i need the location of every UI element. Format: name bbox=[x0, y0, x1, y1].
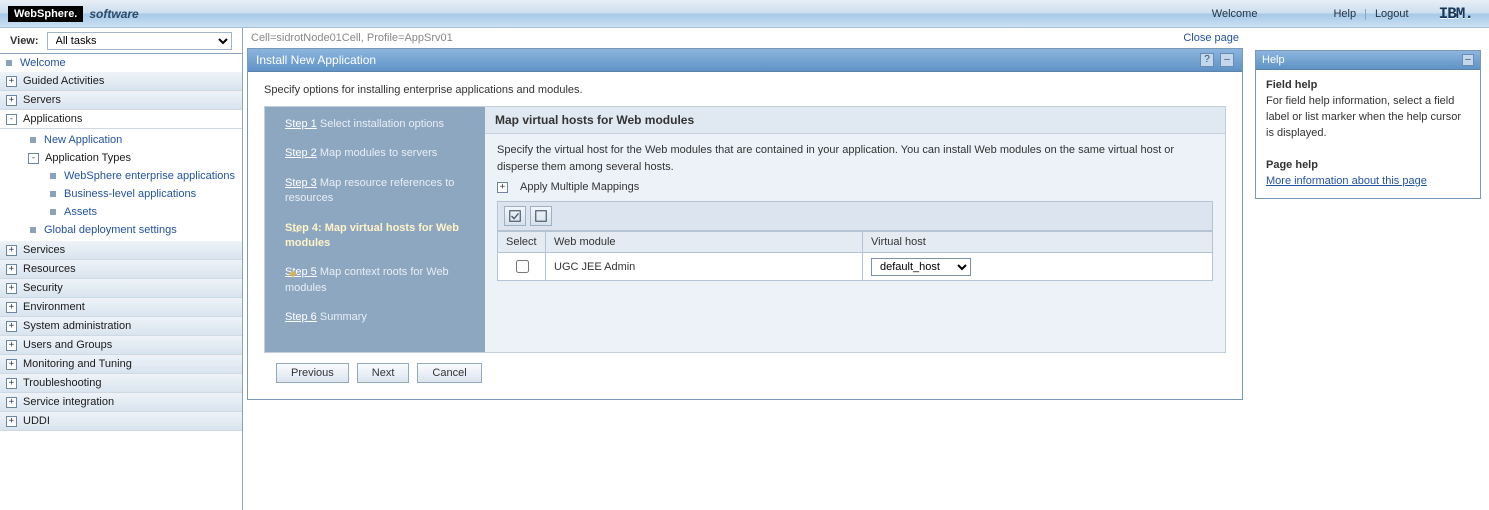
panel-help-icon[interactable]: ? bbox=[1200, 53, 1214, 67]
step-5[interactable]: ✦ Step 5 Map context roots for Web modul… bbox=[285, 265, 473, 296]
nav-applications[interactable]: - Applications bbox=[0, 110, 242, 129]
square-bullet-icon bbox=[30, 227, 36, 233]
nav-troubleshooting[interactable]: + Troubleshooting bbox=[0, 374, 242, 393]
nav-global-deployment[interactable]: Global deployment settings bbox=[24, 221, 242, 239]
panel-title: Install New Application bbox=[256, 53, 376, 67]
view-row: View: All tasks bbox=[0, 28, 242, 54]
collapse-icon[interactable]: - bbox=[6, 114, 17, 125]
select-all-button[interactable] bbox=[504, 206, 526, 226]
nav-monitoring-tuning[interactable]: + Monitoring and Tuning bbox=[0, 355, 242, 374]
view-label: View: bbox=[10, 35, 39, 47]
nav-column: View: All tasks Welcome + Guided Activit… bbox=[0, 28, 243, 510]
intro-text: Specify options for installing enterpris… bbox=[264, 84, 1226, 96]
expand-icon[interactable]: + bbox=[6, 378, 17, 389]
col-select: Select bbox=[498, 232, 546, 253]
expand-icon[interactable]: + bbox=[6, 416, 17, 427]
previous-button[interactable]: Previous bbox=[276, 363, 349, 383]
step-2[interactable]: Step 2 Map modules to servers bbox=[285, 146, 473, 161]
square-bullet-icon bbox=[50, 173, 56, 179]
apply-multiple-mappings[interactable]: + Apply Multiple Mappings bbox=[497, 181, 1213, 193]
expand-icon[interactable]: + bbox=[497, 182, 508, 193]
form-title: Map virtual hosts for Web modules bbox=[485, 107, 1225, 134]
nav-servers[interactable]: + Servers bbox=[0, 91, 242, 110]
col-virtual-host: Virtual host bbox=[863, 232, 1213, 253]
expand-icon[interactable]: + bbox=[6, 264, 17, 275]
wizard-steps: Step 1 Select installation options Step … bbox=[265, 107, 485, 352]
virtual-host-select[interactable]: default_host bbox=[871, 258, 971, 276]
nav-new-application[interactable]: New Application bbox=[24, 131, 242, 149]
collapse-icon[interactable]: - bbox=[28, 153, 39, 164]
step-3[interactable]: Step 3 Map resource references to resour… bbox=[285, 176, 473, 207]
step-4-current: → Step 4: Map virtual hosts for Web modu… bbox=[285, 221, 473, 252]
modules-table: Select Web module Virtual host bbox=[497, 231, 1213, 281]
nav-environment[interactable]: + Environment bbox=[0, 298, 242, 317]
nav-users-groups[interactable]: + Users and Groups bbox=[0, 336, 242, 355]
install-panel: Install New Application ? – Specify opti… bbox=[247, 48, 1243, 400]
square-bullet-icon bbox=[6, 60, 12, 66]
panel-minimize-icon[interactable]: – bbox=[1220, 53, 1234, 67]
star-icon: ✦ bbox=[287, 265, 299, 285]
page-help-heading: Page help bbox=[1266, 159, 1318, 171]
wizard-form: Map virtual hosts for Web modules Specif… bbox=[485, 107, 1225, 352]
expand-icon[interactable]: + bbox=[6, 321, 17, 332]
square-bullet-icon bbox=[30, 137, 36, 143]
expand-icon[interactable]: + bbox=[6, 76, 17, 87]
help-panel: Help – Field help For field help informa… bbox=[1255, 50, 1481, 199]
nav-service-integration[interactable]: + Service integration bbox=[0, 393, 242, 412]
nav-services[interactable]: + Services bbox=[0, 241, 242, 260]
nav-welcome[interactable]: Welcome bbox=[0, 54, 242, 72]
nav-guided-activities[interactable]: + Guided Activities bbox=[0, 72, 242, 91]
deselect-all-button[interactable] bbox=[530, 206, 552, 226]
software-label: software bbox=[89, 7, 138, 21]
table-row: UGC JEE Admin default_host bbox=[498, 253, 1213, 281]
view-select[interactable]: All tasks bbox=[47, 32, 232, 50]
topbar-right: Welcome Help | Logout IBM. bbox=[1212, 5, 1479, 23]
welcome-user-label: Welcome bbox=[1212, 8, 1258, 20]
nav-ws-enterprise-apps[interactable]: WebSphere enterprise applications bbox=[44, 167, 242, 185]
expand-icon[interactable]: + bbox=[6, 283, 17, 294]
logout-link[interactable]: Logout bbox=[1375, 8, 1409, 20]
nav-assets[interactable]: Assets bbox=[44, 203, 242, 221]
ibm-logo: IBM. bbox=[1439, 5, 1479, 23]
nav-resources[interactable]: + Resources bbox=[0, 260, 242, 279]
help-link[interactable]: Help bbox=[1333, 8, 1356, 20]
row-module-name: UGC JEE Admin bbox=[546, 253, 863, 281]
nav-security[interactable]: + Security bbox=[0, 279, 242, 298]
col-web-module: Web module bbox=[546, 232, 863, 253]
table-toolbar bbox=[497, 201, 1213, 231]
square-bullet-icon bbox=[50, 191, 56, 197]
expand-icon[interactable]: + bbox=[6, 340, 17, 351]
page-help-link[interactable]: More information about this page bbox=[1266, 175, 1427, 187]
nav-list: Welcome + Guided Activities + Servers - … bbox=[0, 54, 242, 431]
nav-system-administration[interactable]: + System administration bbox=[0, 317, 242, 336]
help-title: Help bbox=[1262, 54, 1285, 66]
next-button[interactable]: Next bbox=[357, 363, 410, 383]
expand-icon[interactable]: + bbox=[6, 359, 17, 370]
cancel-button[interactable]: Cancel bbox=[417, 363, 481, 383]
sep: | bbox=[1364, 8, 1367, 20]
nav-application-types[interactable]: - Application Types bbox=[24, 149, 242, 167]
square-bullet-icon bbox=[50, 209, 56, 215]
step-6[interactable]: Step 6 Summary bbox=[285, 310, 473, 325]
field-help-text: For field help information, select a fie… bbox=[1266, 95, 1461, 139]
arrow-right-icon: → bbox=[289, 221, 301, 238]
expand-icon[interactable]: + bbox=[6, 397, 17, 408]
help-minimize-icon[interactable]: – bbox=[1462, 54, 1474, 66]
field-help-heading: Field help bbox=[1266, 79, 1317, 91]
nav-business-level-apps[interactable]: Business-level applications bbox=[44, 185, 242, 203]
close-page-link[interactable]: Close page bbox=[1183, 32, 1239, 44]
expand-icon[interactable]: + bbox=[6, 245, 17, 256]
step-1[interactable]: Step 1 Select installation options bbox=[285, 117, 473, 132]
expand-icon[interactable]: + bbox=[6, 302, 17, 313]
expand-icon[interactable]: + bbox=[6, 95, 17, 106]
nav-uddi[interactable]: + UDDI bbox=[0, 412, 242, 431]
brand-logo: WebSphere. bbox=[8, 6, 83, 22]
top-bar: WebSphere. software Welcome Help | Logou… bbox=[0, 0, 1489, 28]
row-checkbox[interactable] bbox=[516, 260, 529, 273]
breadcrumb: Cell=sidrotNode01Cell, Profile=AppSrv01 bbox=[251, 32, 453, 44]
form-description: Specify the virtual host for the Web mod… bbox=[497, 142, 1213, 175]
nav-applications-children: New Application - Application Types WebS… bbox=[0, 129, 242, 241]
